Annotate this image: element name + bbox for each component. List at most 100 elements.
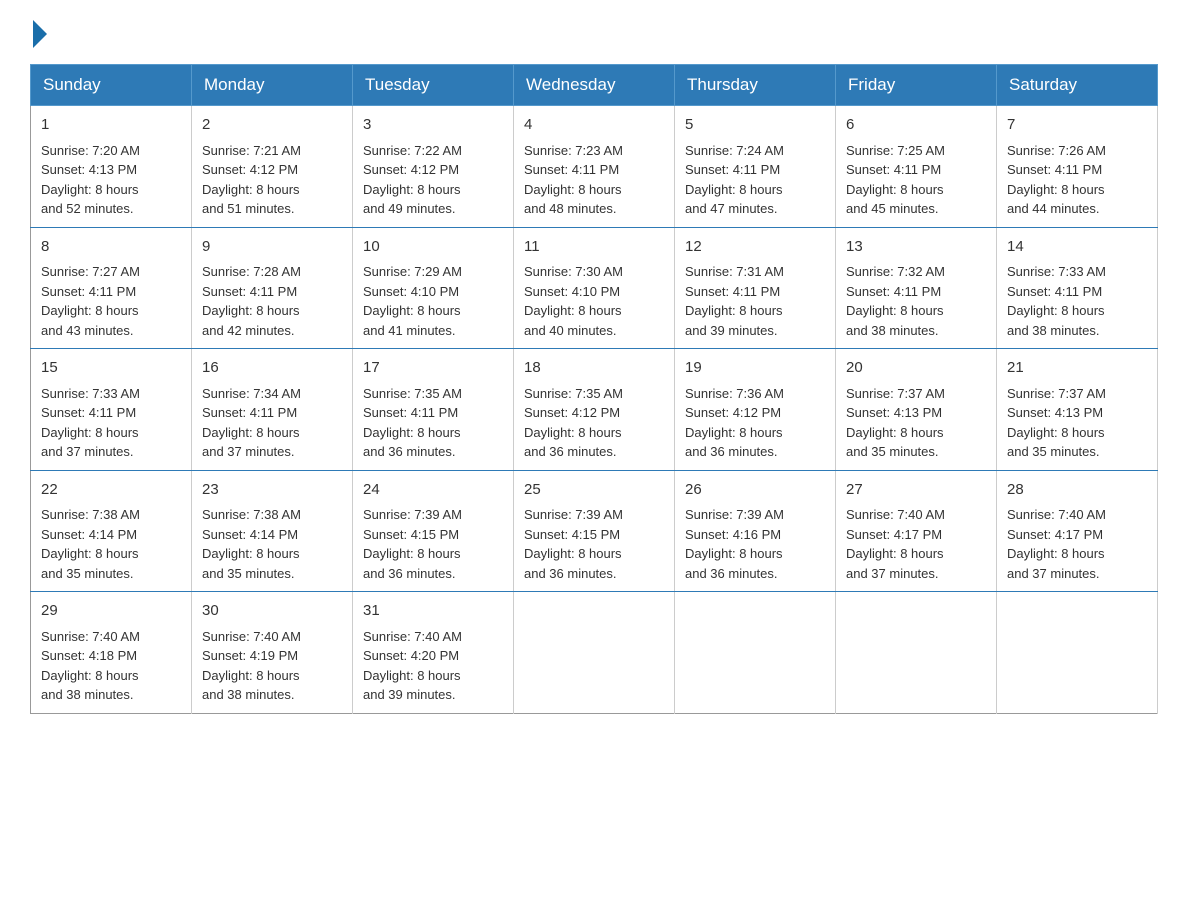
day-number: 19 <box>685 357 825 380</box>
day-number: 3 <box>363 114 503 137</box>
calendar-cell: 3 Sunrise: 7:22 AMSunset: 4:12 PMDayligh… <box>353 106 514 228</box>
day-info: Sunrise: 7:40 AMSunset: 4:19 PMDaylight:… <box>202 629 301 703</box>
day-info: Sunrise: 7:27 AMSunset: 4:11 PMDaylight:… <box>41 264 140 338</box>
day-number: 27 <box>846 479 986 502</box>
calendar-cell: 23 Sunrise: 7:38 AMSunset: 4:14 PMDaylig… <box>192 470 353 592</box>
calendar-cell: 25 Sunrise: 7:39 AMSunset: 4:15 PMDaylig… <box>514 470 675 592</box>
day-info: Sunrise: 7:39 AMSunset: 4:15 PMDaylight:… <box>524 507 623 581</box>
day-number: 29 <box>41 600 181 623</box>
day-number: 16 <box>202 357 342 380</box>
day-info: Sunrise: 7:20 AMSunset: 4:13 PMDaylight:… <box>41 143 140 217</box>
day-info: Sunrise: 7:33 AMSunset: 4:11 PMDaylight:… <box>41 386 140 460</box>
calendar-cell: 28 Sunrise: 7:40 AMSunset: 4:17 PMDaylig… <box>997 470 1158 592</box>
day-number: 17 <box>363 357 503 380</box>
day-number: 7 <box>1007 114 1147 137</box>
day-info: Sunrise: 7:37 AMSunset: 4:13 PMDaylight:… <box>1007 386 1106 460</box>
calendar-cell <box>836 592 997 714</box>
calendar-cell: 22 Sunrise: 7:38 AMSunset: 4:14 PMDaylig… <box>31 470 192 592</box>
day-info: Sunrise: 7:30 AMSunset: 4:10 PMDaylight:… <box>524 264 623 338</box>
day-number: 22 <box>41 479 181 502</box>
day-info: Sunrise: 7:40 AMSunset: 4:18 PMDaylight:… <box>41 629 140 703</box>
day-info: Sunrise: 7:28 AMSunset: 4:11 PMDaylight:… <box>202 264 301 338</box>
calendar-week-4: 22 Sunrise: 7:38 AMSunset: 4:14 PMDaylig… <box>31 470 1158 592</box>
calendar-cell: 6 Sunrise: 7:25 AMSunset: 4:11 PMDayligh… <box>836 106 997 228</box>
header-sunday: Sunday <box>31 65 192 106</box>
day-info: Sunrise: 7:33 AMSunset: 4:11 PMDaylight:… <box>1007 264 1106 338</box>
page-header <box>30 20 1158 44</box>
calendar-cell: 5 Sunrise: 7:24 AMSunset: 4:11 PMDayligh… <box>675 106 836 228</box>
calendar-cell: 27 Sunrise: 7:40 AMSunset: 4:17 PMDaylig… <box>836 470 997 592</box>
day-number: 18 <box>524 357 664 380</box>
day-number: 28 <box>1007 479 1147 502</box>
day-number: 1 <box>41 114 181 137</box>
calendar-cell: 9 Sunrise: 7:28 AMSunset: 4:11 PMDayligh… <box>192 227 353 349</box>
day-number: 20 <box>846 357 986 380</box>
day-info: Sunrise: 7:31 AMSunset: 4:11 PMDaylight:… <box>685 264 784 338</box>
header-monday: Monday <box>192 65 353 106</box>
calendar-cell: 29 Sunrise: 7:40 AMSunset: 4:18 PMDaylig… <box>31 592 192 714</box>
header-saturday: Saturday <box>997 65 1158 106</box>
day-info: Sunrise: 7:22 AMSunset: 4:12 PMDaylight:… <box>363 143 462 217</box>
day-number: 25 <box>524 479 664 502</box>
day-info: Sunrise: 7:38 AMSunset: 4:14 PMDaylight:… <box>202 507 301 581</box>
day-info: Sunrise: 7:37 AMSunset: 4:13 PMDaylight:… <box>846 386 945 460</box>
calendar-cell: 2 Sunrise: 7:21 AMSunset: 4:12 PMDayligh… <box>192 106 353 228</box>
day-info: Sunrise: 7:38 AMSunset: 4:14 PMDaylight:… <box>41 507 140 581</box>
logo <box>30 20 50 44</box>
day-number: 23 <box>202 479 342 502</box>
calendar-cell: 7 Sunrise: 7:26 AMSunset: 4:11 PMDayligh… <box>997 106 1158 228</box>
calendar-cell: 8 Sunrise: 7:27 AMSunset: 4:11 PMDayligh… <box>31 227 192 349</box>
calendar-week-5: 29 Sunrise: 7:40 AMSunset: 4:18 PMDaylig… <box>31 592 1158 714</box>
calendar-header-row: SundayMondayTuesdayWednesdayThursdayFrid… <box>31 65 1158 106</box>
calendar-cell <box>997 592 1158 714</box>
calendar-week-1: 1 Sunrise: 7:20 AMSunset: 4:13 PMDayligh… <box>31 106 1158 228</box>
day-number: 24 <box>363 479 503 502</box>
calendar-cell: 26 Sunrise: 7:39 AMSunset: 4:16 PMDaylig… <box>675 470 836 592</box>
day-info: Sunrise: 7:39 AMSunset: 4:15 PMDaylight:… <box>363 507 462 581</box>
header-wednesday: Wednesday <box>514 65 675 106</box>
header-tuesday: Tuesday <box>353 65 514 106</box>
calendar-cell: 20 Sunrise: 7:37 AMSunset: 4:13 PMDaylig… <box>836 349 997 471</box>
calendar-table: SundayMondayTuesdayWednesdayThursdayFrid… <box>30 64 1158 714</box>
calendar-cell: 24 Sunrise: 7:39 AMSunset: 4:15 PMDaylig… <box>353 470 514 592</box>
day-number: 9 <box>202 236 342 259</box>
calendar-cell: 31 Sunrise: 7:40 AMSunset: 4:20 PMDaylig… <box>353 592 514 714</box>
day-number: 2 <box>202 114 342 137</box>
calendar-cell: 18 Sunrise: 7:35 AMSunset: 4:12 PMDaylig… <box>514 349 675 471</box>
header-friday: Friday <box>836 65 997 106</box>
calendar-cell: 12 Sunrise: 7:31 AMSunset: 4:11 PMDaylig… <box>675 227 836 349</box>
day-number: 10 <box>363 236 503 259</box>
day-number: 21 <box>1007 357 1147 380</box>
day-number: 26 <box>685 479 825 502</box>
calendar-cell: 4 Sunrise: 7:23 AMSunset: 4:11 PMDayligh… <box>514 106 675 228</box>
day-info: Sunrise: 7:40 AMSunset: 4:17 PMDaylight:… <box>846 507 945 581</box>
day-number: 14 <box>1007 236 1147 259</box>
calendar-cell: 13 Sunrise: 7:32 AMSunset: 4:11 PMDaylig… <box>836 227 997 349</box>
day-info: Sunrise: 7:34 AMSunset: 4:11 PMDaylight:… <box>202 386 301 460</box>
day-info: Sunrise: 7:40 AMSunset: 4:20 PMDaylight:… <box>363 629 462 703</box>
day-info: Sunrise: 7:25 AMSunset: 4:11 PMDaylight:… <box>846 143 945 217</box>
calendar-cell: 14 Sunrise: 7:33 AMSunset: 4:11 PMDaylig… <box>997 227 1158 349</box>
day-info: Sunrise: 7:36 AMSunset: 4:12 PMDaylight:… <box>685 386 784 460</box>
day-number: 30 <box>202 600 342 623</box>
day-info: Sunrise: 7:35 AMSunset: 4:11 PMDaylight:… <box>363 386 462 460</box>
calendar-cell: 15 Sunrise: 7:33 AMSunset: 4:11 PMDaylig… <box>31 349 192 471</box>
day-info: Sunrise: 7:32 AMSunset: 4:11 PMDaylight:… <box>846 264 945 338</box>
calendar-week-3: 15 Sunrise: 7:33 AMSunset: 4:11 PMDaylig… <box>31 349 1158 471</box>
day-number: 12 <box>685 236 825 259</box>
day-info: Sunrise: 7:35 AMSunset: 4:12 PMDaylight:… <box>524 386 623 460</box>
day-number: 11 <box>524 236 664 259</box>
day-info: Sunrise: 7:40 AMSunset: 4:17 PMDaylight:… <box>1007 507 1106 581</box>
day-number: 8 <box>41 236 181 259</box>
calendar-cell: 30 Sunrise: 7:40 AMSunset: 4:19 PMDaylig… <box>192 592 353 714</box>
calendar-cell: 16 Sunrise: 7:34 AMSunset: 4:11 PMDaylig… <box>192 349 353 471</box>
day-info: Sunrise: 7:21 AMSunset: 4:12 PMDaylight:… <box>202 143 301 217</box>
day-info: Sunrise: 7:24 AMSunset: 4:11 PMDaylight:… <box>685 143 784 217</box>
day-number: 4 <box>524 114 664 137</box>
calendar-cell: 21 Sunrise: 7:37 AMSunset: 4:13 PMDaylig… <box>997 349 1158 471</box>
day-info: Sunrise: 7:29 AMSunset: 4:10 PMDaylight:… <box>363 264 462 338</box>
day-number: 5 <box>685 114 825 137</box>
day-number: 13 <box>846 236 986 259</box>
day-number: 31 <box>363 600 503 623</box>
day-number: 15 <box>41 357 181 380</box>
